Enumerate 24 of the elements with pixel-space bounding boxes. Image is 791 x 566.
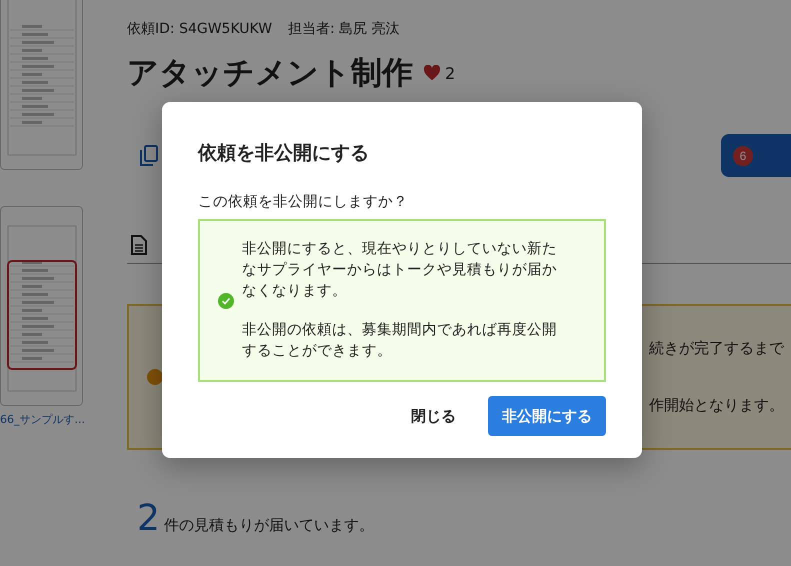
info-text: 非公開の依頼は、募集期間内であれば再度公開することができます。 (242, 320, 558, 362)
document-icon[interactable] (131, 235, 147, 255)
file-name[interactable]: 66_サンプルす... (0, 412, 84, 427)
check-icon (218, 292, 234, 309)
notification-badge: 6 (733, 146, 753, 166)
make-private-button[interactable]: 非公開にする (488, 396, 606, 436)
close-button[interactable]: 閉じる (401, 396, 466, 436)
dialog-question: この依頼を非公開にしますか？ (198, 193, 409, 211)
quote-message: 件の見積もりが届いています。 (164, 516, 374, 535)
dialog-title: 依頼を非公開にする (198, 141, 370, 166)
request-id: 依頼ID: S4GW5KUKW (127, 20, 272, 38)
like-count: 2 (445, 64, 456, 82)
document-thumbnail-drawing[interactable] (0, 0, 83, 170)
notice-text: 続きが完了するまで (649, 339, 786, 358)
action-button[interactable]: 6 (721, 134, 791, 177)
warning-icon (147, 369, 163, 385)
heart-icon[interactable] (423, 65, 441, 81)
copy-icon[interactable] (139, 144, 159, 166)
document-thumbnail-drawing[interactable] (0, 206, 83, 406)
notice-text: 作開始となります。 (649, 396, 785, 415)
quote-count: 2 (137, 498, 160, 539)
assignee: 担当者: 島尻 亮汰 (288, 20, 400, 38)
page-title: アタッチメント制作 (127, 54, 413, 93)
info-text: 非公開にすると、現在やりとりしていない新たなサプライヤーからはトークや見積もりが届かなくなります。 (242, 240, 558, 302)
